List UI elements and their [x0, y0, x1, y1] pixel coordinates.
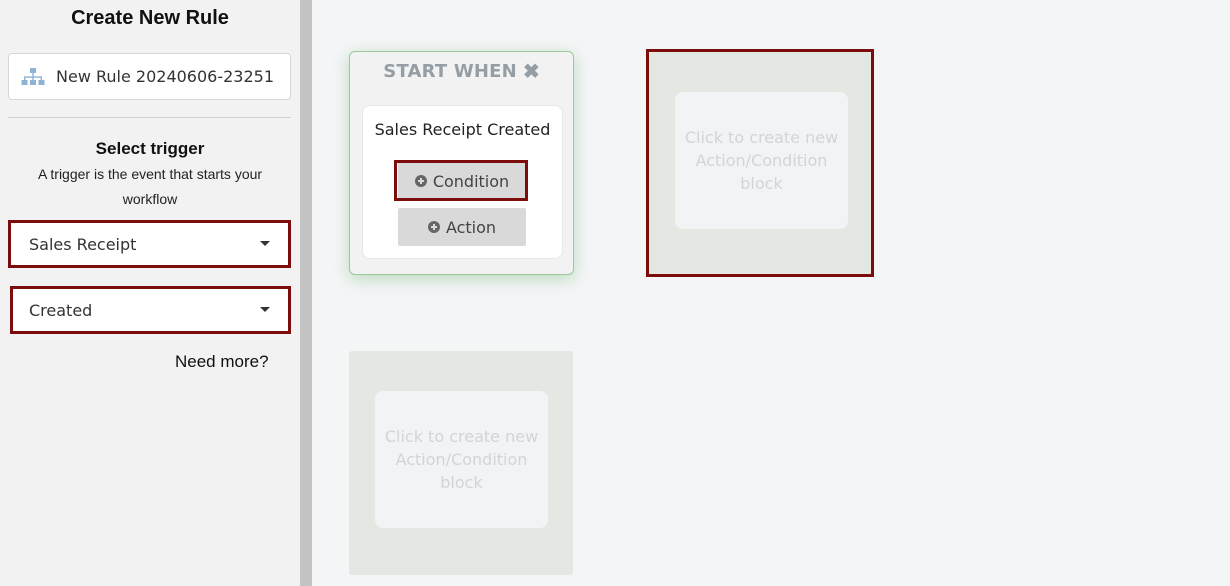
trigger-card: Sales Receipt Created Condition Action: [362, 105, 563, 259]
panel-title: Create New Rule: [71, 7, 229, 29]
start-when-block: START WHEN ✖ Sales Receipt Created Condi…: [349, 51, 574, 275]
rule-name-text[interactable]: New Rule 20240606-23251: [56, 67, 274, 86]
start-when-title: START WHEN: [383, 60, 517, 82]
panel-resize-handle[interactable]: [300, 0, 312, 586]
close-icon[interactable]: ✖: [523, 59, 540, 84]
add-action-label: Action: [445, 217, 497, 237]
caret-down-icon: [260, 241, 270, 246]
new-block-placeholder[interactable]: Click to create new Action/Condition blo…: [349, 351, 573, 575]
event-select[interactable]: Created: [10, 288, 288, 332]
new-block-placeholder[interactable]: Click to create new Action/Condition blo…: [649, 52, 873, 276]
sidebar: Create New Rule New Rule 20240606-23251 …: [0, 0, 300, 586]
add-condition-button[interactable]: Condition: [398, 162, 526, 200]
add-action-button[interactable]: Action: [398, 208, 526, 246]
plus-circle-icon: [414, 175, 427, 187]
caret-down-icon: [260, 307, 270, 312]
rule-name-field[interactable]: New Rule 20240606-23251: [8, 53, 291, 100]
add-condition-label: Condition: [432, 171, 510, 191]
plus-circle-icon: [427, 221, 440, 233]
event-select-value: Created: [29, 300, 93, 320]
new-block-placeholder-text: Click to create new Action/Condition blo…: [675, 92, 848, 229]
trigger-label: Sales Receipt Created: [374, 120, 551, 139]
entity-select[interactable]: Sales Receipt: [10, 222, 288, 266]
trigger-title: Select trigger: [95, 139, 205, 158]
sitemap-icon: [21, 67, 45, 85]
new-block-placeholder-text: Click to create new Action/Condition blo…: [375, 391, 548, 528]
sidebar-divider: [8, 117, 291, 118]
need-more-link[interactable]: Need more?: [175, 352, 269, 372]
start-when-header: START WHEN ✖: [350, 52, 573, 90]
entity-select-value: Sales Receipt: [29, 234, 137, 254]
trigger-description: A trigger is the event that starts your …: [37, 166, 263, 207]
